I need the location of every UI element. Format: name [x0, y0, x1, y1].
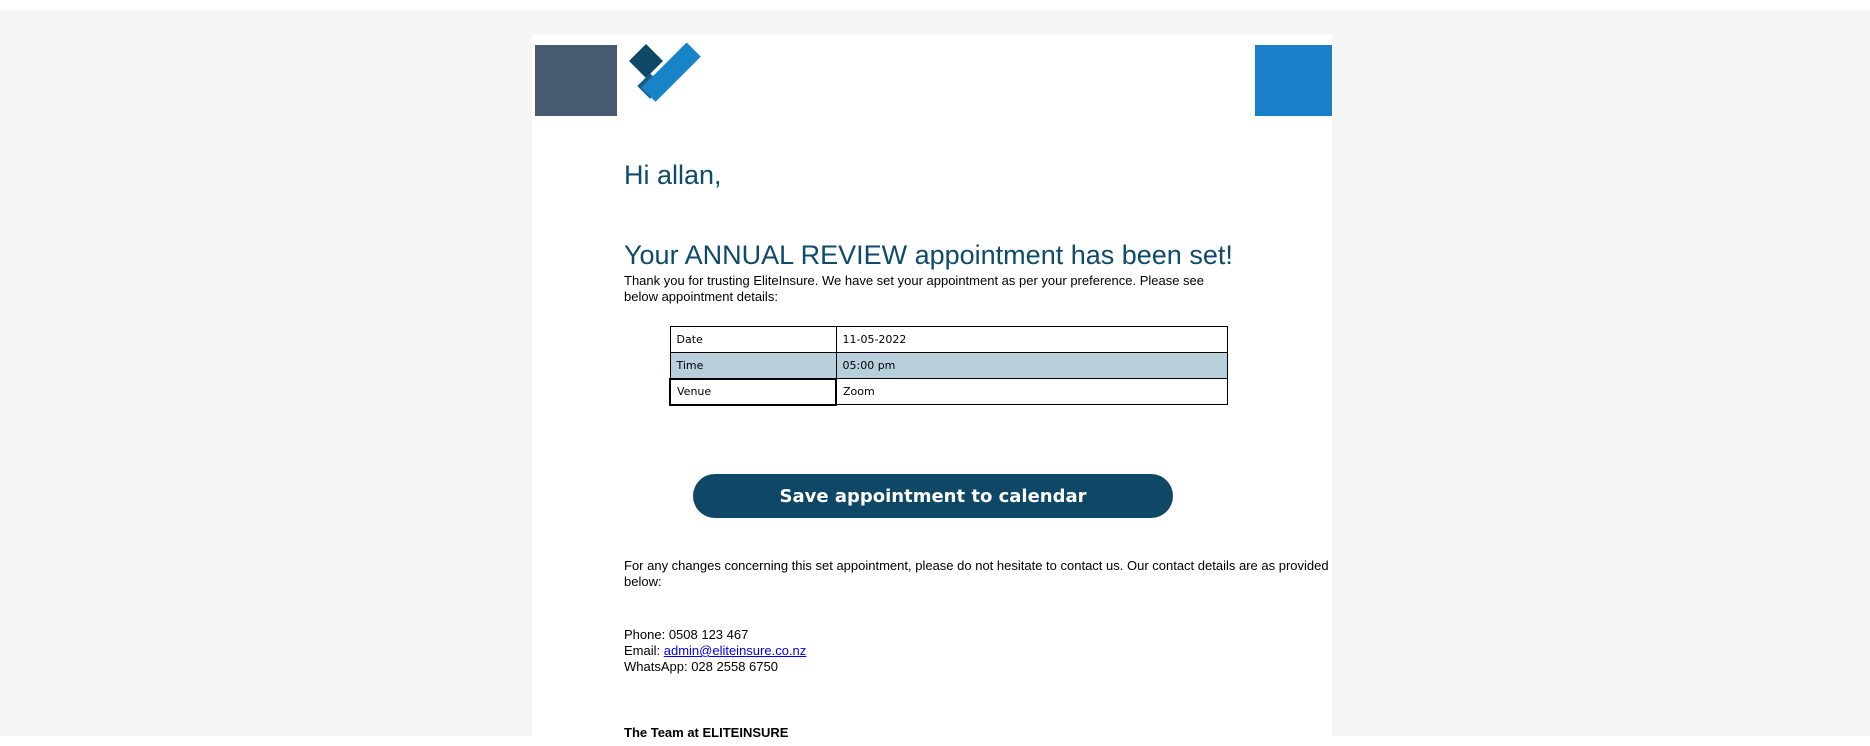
venue-value: Zoom — [835, 378, 1228, 405]
time-label: Time — [669, 352, 837, 379]
contact-email-link[interactable]: admin@eliteinsure.co.nz — [664, 643, 807, 658]
email-viewer-background: Hi allan, Your ANNUAL REVIEW appointment… — [0, 10, 1870, 746]
header-block-right — [1255, 45, 1332, 116]
save-to-calendar-button[interactable]: Save appointment to calendar — [693, 474, 1173, 518]
table-row-time: Time 05:00 pm — [669, 352, 1228, 379]
header-block-left — [535, 45, 617, 116]
contact-whatsapp: WhatsApp: 028 2558 6750 — [624, 659, 778, 674]
signoff: The Team at ELITEINSURE — [624, 725, 789, 740]
table-row-venue: Venue Zoom — [669, 377, 1228, 406]
appointment-details-table: Date 11-05-2022 Time 05:00 pm Venue Zoom — [669, 326, 1228, 406]
intro-text: Thank you for trusting EliteInsure. We h… — [624, 273, 1205, 304]
eliteinsure-logo-icon — [629, 43, 701, 102]
time-value: 05:00 pm — [835, 352, 1228, 379]
venue-label: Venue — [669, 377, 837, 406]
greeting: Hi allan, — [624, 160, 722, 190]
table-row-date: Date 11-05-2022 — [669, 326, 1228, 353]
date-value: 11-05-2022 — [835, 326, 1228, 353]
appointment-headline: Your ANNUAL REVIEW appointment has been … — [624, 240, 1233, 270]
contact-phone: Phone: 0508 123 467 — [624, 627, 749, 642]
contact-details: Phone: 0508 123 467 Email: admin@elitein… — [624, 627, 806, 675]
date-label: Date — [669, 326, 837, 353]
email-body: Hi allan, Your ANNUAL REVIEW appointment… — [532, 34, 1332, 746]
changes-text: For any changes concerning this set appo… — [624, 558, 1329, 589]
contact-email-prefix: Email: — [624, 643, 664, 658]
